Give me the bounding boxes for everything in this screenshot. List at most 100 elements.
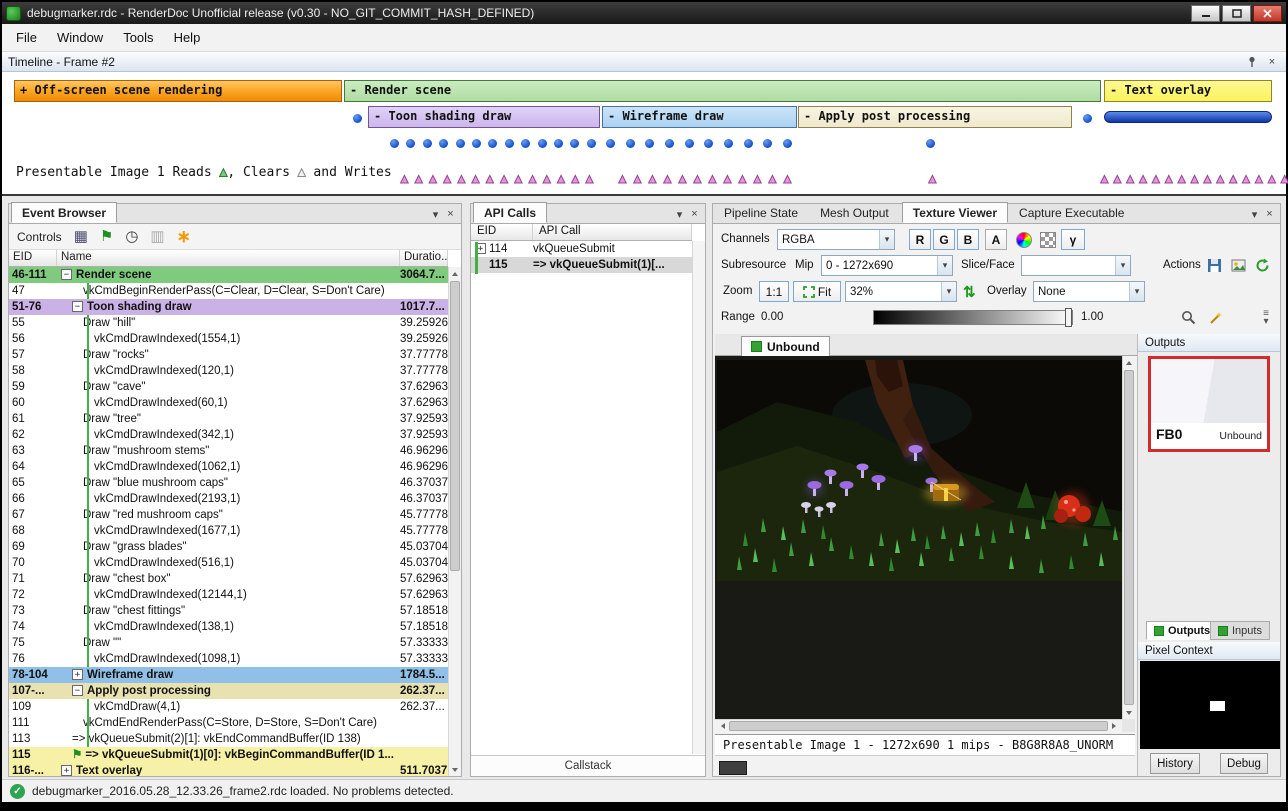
event-row-111[interactable]: 111vkCmdEndRenderPass(C=Store, D=Store, … xyxy=(9,715,448,731)
event-row-65[interactable]: 65Draw "blue mushroom caps"46.37037 xyxy=(9,475,448,491)
event-row-76[interactable]: 76vkCmdDrawIndexed(1098,1)57.33333 xyxy=(9,651,448,667)
event-row-109[interactable]: 109vkCmdDraw(4,1)262.37... xyxy=(9,699,448,715)
color-wheel-button[interactable] xyxy=(1013,229,1035,250)
tree-expander-icon[interactable]: − xyxy=(61,269,72,280)
minimize-button[interactable] xyxy=(1191,5,1220,22)
time-durations-icon[interactable]: ◷ xyxy=(125,229,138,244)
event-row-74[interactable]: 74vkCmdDrawIndexed(138,1)57.18518 xyxy=(9,619,448,635)
scroll-up-icon[interactable] xyxy=(449,267,461,280)
event-row-57[interactable]: 57Draw "rocks"37.77778 xyxy=(9,347,448,363)
refresh-button[interactable] xyxy=(1251,255,1273,276)
event-row-51-76[interactable]: 51-76−Toon shading draw1017.7... xyxy=(9,299,448,315)
tab-capture-executable[interactable]: Capture Executable xyxy=(1008,202,1135,223)
event-row-47[interactable]: 47vkCmdBeginRenderPass(C=Clear, D=Clear,… xyxy=(9,283,448,299)
pin-icon[interactable] xyxy=(1244,55,1260,69)
close-button[interactable] xyxy=(1253,5,1282,22)
event-row-62[interactable]: 62vkCmdDrawIndexed(342,1)37.92593 xyxy=(9,427,448,443)
event-row-70[interactable]: 70vkCmdDrawIndexed(516,1)45.03704 xyxy=(9,555,448,571)
callstack-section[interactable]: Callstack xyxy=(471,755,705,776)
range-options-button[interactable]: ≡▾ xyxy=(1255,307,1277,328)
event-row-66[interactable]: 66vkCmdDrawIndexed(2193,1)46.37037 xyxy=(9,491,448,507)
api-calls-scrollbar[interactable] xyxy=(692,241,705,754)
tab-unbound-texture[interactable]: Unbound xyxy=(741,336,830,356)
event-row-68[interactable]: 68vkCmdDrawIndexed(1677,1)45.77778 xyxy=(9,523,448,539)
event-row-115[interactable]: 115⚑=> vkQueueSubmit(1)[0]: vkBeginComma… xyxy=(9,747,448,763)
timeline-close-icon[interactable]: × xyxy=(1264,55,1280,69)
event-row-56[interactable]: 56vkCmdDrawIndexed(1554,1)39.25926 xyxy=(9,331,448,347)
event-row-72[interactable]: 72vkCmdDrawIndexed(12144,1)57.62963 xyxy=(9,587,448,603)
timeline-marker-postproc[interactable]: - Apply post processing xyxy=(798,106,1072,128)
range-max-value[interactable]: 1.00 xyxy=(1081,311,1103,323)
scroll-up-icon[interactable] xyxy=(1123,356,1135,369)
stats-icon[interactable]: ▥ xyxy=(150,229,164,244)
zoom-select[interactable]: 32% ▾ xyxy=(845,281,957,302)
channel-blue-toggle[interactable]: B xyxy=(957,229,979,250)
dock-menu-icon[interactable]: ▾ xyxy=(1247,207,1262,221)
scroll-down-icon[interactable] xyxy=(1123,706,1135,719)
bookmark-icon[interactable]: ⚑ xyxy=(100,229,113,244)
column-name[interactable]: Name xyxy=(57,250,400,266)
menu-tools[interactable]: Tools xyxy=(113,25,163,50)
tree-expander-icon[interactable]: − xyxy=(72,301,83,312)
timeline-marker-wireframe[interactable]: - Wireframe draw xyxy=(602,106,797,128)
gamma-toggle[interactable]: γ xyxy=(1061,229,1085,250)
menu-window[interactable]: Window xyxy=(47,25,113,50)
find-event-icon[interactable]: ∗ xyxy=(177,229,191,244)
event-row-55[interactable]: 55Draw "hill"39.25926 xyxy=(9,315,448,331)
save-texture-button[interactable] xyxy=(1203,255,1225,276)
dock-menu-icon[interactable]: ▾ xyxy=(672,207,687,221)
channel-green-toggle[interactable]: G xyxy=(933,229,955,250)
tab-mesh-output[interactable]: Mesh Output xyxy=(809,202,900,223)
api-call-row-114[interactable]: +114vkQueueSubmit xyxy=(471,241,692,257)
event-row-60[interactable]: 60vkCmdDrawIndexed(60,1)37.62963 xyxy=(9,395,448,411)
range-handle[interactable] xyxy=(1065,308,1072,327)
pixel-context-view[interactable] xyxy=(1140,661,1280,749)
texture-hscrollbar[interactable] xyxy=(715,719,1122,732)
tab-event-browser[interactable]: Event Browser xyxy=(11,202,117,223)
range-min-value[interactable]: 0.00 xyxy=(761,311,783,323)
texture-display-area[interactable] xyxy=(715,356,1135,732)
channel-alpha-toggle[interactable]: A xyxy=(985,229,1007,250)
tab-api-calls[interactable]: API Calls xyxy=(473,202,547,223)
zoom-1to1-button[interactable]: 1:1 xyxy=(759,281,789,302)
event-row-116-...[interactable]: 116-...+Text overlay511.7037 xyxy=(9,763,448,776)
dock-menu-icon[interactable]: ▾ xyxy=(428,207,443,221)
timeline-marker-render-scene[interactable]: - Render scene xyxy=(344,80,1101,102)
tab-inputs[interactable]: Inputs xyxy=(1210,621,1270,640)
maximize-button[interactable] xyxy=(1222,5,1251,22)
scroll-right-icon[interactable] xyxy=(1109,720,1122,732)
event-row-78-104[interactable]: 78-104+Wireframe draw1784.5... xyxy=(9,667,448,683)
event-browser-scrollbar[interactable] xyxy=(448,267,461,776)
column-api-call[interactable]: API Call xyxy=(533,224,692,240)
menu-file[interactable]: File xyxy=(6,25,47,50)
scroll-thumb[interactable] xyxy=(729,721,1108,731)
event-row-75[interactable]: 75Draw ""57.33333 xyxy=(9,635,448,651)
tab-texture-viewer[interactable]: Texture Viewer xyxy=(902,202,1008,223)
mip-select[interactable]: 0 - 1272x690 ▾ xyxy=(821,255,953,276)
event-row-61[interactable]: 61Draw "tree"37.92593 xyxy=(9,411,448,427)
event-row-71[interactable]: 71Draw "chest box"57.62963 xyxy=(9,571,448,587)
open-texture-list-button[interactable] xyxy=(1227,255,1249,276)
timeline-marker-toon[interactable]: - Toon shading draw xyxy=(368,106,600,128)
panel-close-icon[interactable]: × xyxy=(1262,207,1277,221)
timeline-marker-text-overlay[interactable]: - Text overlay xyxy=(1104,80,1272,102)
event-row-63[interactable]: 63Draw "mushroom stems"46.96296 xyxy=(9,443,448,459)
autofit-range-button[interactable] xyxy=(1205,307,1227,328)
event-row-58[interactable]: 58vkCmdDrawIndexed(120,1)37.77778 xyxy=(9,363,448,379)
zoom-fit-button[interactable]: Fit xyxy=(793,281,841,302)
event-row-67[interactable]: 67Draw "red mushroom caps"45.77778 xyxy=(9,507,448,523)
history-button[interactable]: History xyxy=(1150,753,1200,774)
tree-expander-icon[interactable]: + xyxy=(72,669,83,680)
tree-expander-icon[interactable]: + xyxy=(61,765,72,776)
texture-vscrollbar[interactable] xyxy=(1122,356,1135,719)
tree-expander-icon[interactable]: − xyxy=(72,685,83,696)
scroll-thumb[interactable] xyxy=(450,281,460,571)
timeline-text-overlay-range[interactable] xyxy=(1104,111,1272,123)
channels-select[interactable]: RGBA ▾ xyxy=(777,229,895,250)
scroll-left-icon[interactable] xyxy=(715,720,728,732)
flip-vertical-icon[interactable]: ⇅ xyxy=(963,283,976,301)
scroll-down-icon[interactable] xyxy=(449,763,461,776)
debug-button[interactable]: Debug xyxy=(1220,753,1268,774)
column-duration[interactable]: Duratio... xyxy=(400,250,448,266)
api-call-row-115[interactable]: 115=> vkQueueSubmit(1)[... xyxy=(471,257,692,273)
